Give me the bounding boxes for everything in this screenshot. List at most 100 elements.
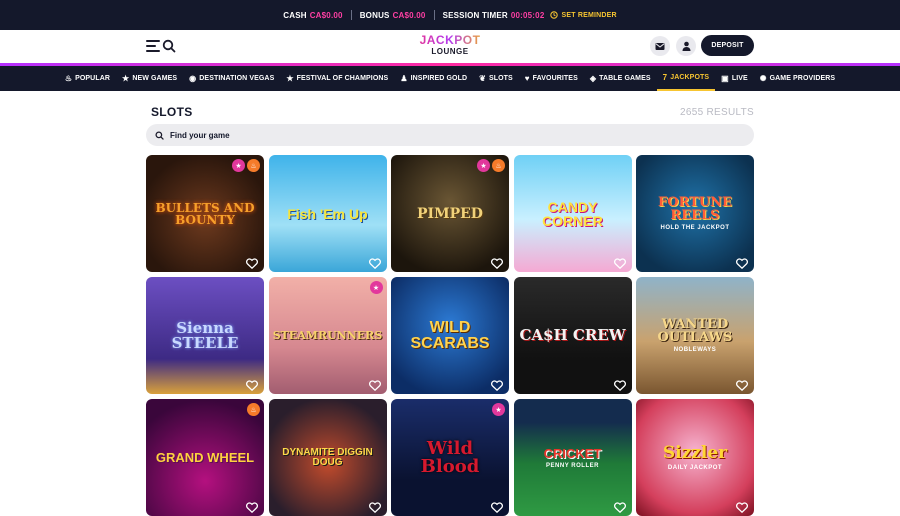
nav-item-label: DESTINATION VEGAS xyxy=(199,75,275,82)
game-title: Sienna STEELE xyxy=(146,320,264,351)
game-tile[interactable]: CA$H CREW xyxy=(513,277,632,394)
favourite-heart-icon[interactable] xyxy=(490,256,504,270)
nav-item-label: JACKPOTS xyxy=(670,74,710,81)
game-title-text: FORTUNE REELS xyxy=(658,195,732,223)
game-title: PIMPED xyxy=(413,207,487,221)
game-title: DYNAMITE DIGGIN DOUG xyxy=(269,447,387,468)
star-badge-icon: ★ xyxy=(369,281,383,294)
nav-item-label: GAME PROVIDERS xyxy=(769,75,836,82)
live-icon: ▣ xyxy=(721,73,729,83)
nav-item-destination-vegas[interactable]: ◉ DESTINATION VEGAS xyxy=(183,66,280,91)
game-tile[interactable]: Sienna STEELE xyxy=(146,277,264,394)
cash-balance: CASH CA$0.00 xyxy=(283,11,342,20)
game-title: STEAMRUNNERS xyxy=(269,330,387,341)
game-search-bar[interactable] xyxy=(146,124,754,146)
game-tile[interactable]: STEAMRUNNERS ★ xyxy=(268,277,387,394)
nav-item-inspired-gold[interactable]: ♟ INSPIRED GOLD xyxy=(394,66,473,91)
nav-item-label: POPULAR xyxy=(75,75,111,82)
game-tile[interactable]: CRICKET PENNY ROLLER xyxy=(513,399,632,516)
nav-item-label: INSPIRED GOLD xyxy=(410,75,468,82)
game-title-text: CANDY CORNER xyxy=(542,198,603,229)
nav-item-favourites[interactable]: ♥ FAVOURITES xyxy=(519,66,584,91)
favourite-heart-icon[interactable] xyxy=(735,378,749,392)
favourite-heart-icon[interactable] xyxy=(613,378,626,392)
game-badges: ♨ xyxy=(247,403,260,416)
session-timer: SESSION TIMER 00:05:02 xyxy=(443,11,545,20)
game-title-text: PIMPED xyxy=(417,205,483,222)
nav-item-label: LIVE xyxy=(731,75,748,82)
game-tile[interactable]: Sizzler DAILY JACKPOT xyxy=(636,399,754,516)
game-subtitle: DAILY JACKPOT xyxy=(667,464,723,471)
game-tile[interactable]: WILD SCARABS xyxy=(391,277,509,394)
game-title-text: Fish 'Em Up xyxy=(287,205,368,222)
favourite-heart-icon[interactable] xyxy=(368,378,381,392)
nav-item-label: TABLE GAMES xyxy=(599,75,651,82)
nav-item-jackpots[interactable]: 7 JACKPOTS xyxy=(656,66,716,91)
nav-item-label: FAVOURITES xyxy=(532,75,578,82)
game-title-text: WANTED OUTLAWS xyxy=(657,317,733,345)
game-tile[interactable]: DYNAMITE DIGGIN DOUG xyxy=(268,399,387,516)
game-tile[interactable]: Fish 'Em Up xyxy=(268,155,387,272)
person-icon: ♟ xyxy=(400,73,408,83)
gear-icon: ✺ xyxy=(759,73,767,83)
fire-badge-icon: ♨ xyxy=(247,159,260,172)
bonus-label: BONUS xyxy=(359,10,390,20)
nav-item-table-games[interactable]: ◈ TABLE GAMES xyxy=(584,66,657,91)
game-tile[interactable]: BULLETS AND BOUNTY ★ ♨ xyxy=(146,155,264,272)
nav-item-slots[interactable]: ❦ SLOTS xyxy=(473,66,519,91)
game-title-text: Wild Blood xyxy=(420,437,480,477)
star-icon: ★ xyxy=(286,73,294,83)
user-icon xyxy=(682,41,690,51)
pin-icon: ◉ xyxy=(189,73,197,83)
site-header: JACKPOT LOUNGE DEPOSIT xyxy=(0,30,900,63)
nav-item-popular[interactable]: ♨ POPULAR xyxy=(59,66,116,91)
star-badge-icon: ★ xyxy=(232,159,245,172)
game-title: Wild Blood xyxy=(391,437,509,477)
star-badge-icon: ★ xyxy=(492,403,505,416)
game-tile[interactable]: CANDY CORNER xyxy=(513,155,632,272)
seven-icon: 7 xyxy=(662,72,668,82)
favourite-heart-icon[interactable] xyxy=(368,256,381,270)
game-tile[interactable]: GRAND WHEEL ♨ xyxy=(146,399,264,516)
favourite-heart-icon[interactable] xyxy=(245,256,259,270)
favourite-heart-icon[interactable] xyxy=(245,378,259,392)
session-status-bar: CASH CA$0.00 BONUS CA$0.00 SESSION TIMER… xyxy=(0,0,900,30)
category-nav: ♨ POPULAR ★ NEW GAMES ◉ DESTINATION VEGAS ★ FES… xyxy=(0,66,900,91)
game-title-text: Sizzler xyxy=(662,442,728,463)
game-title-text: GRAND WHEEL xyxy=(155,450,255,465)
cash-label: CASH xyxy=(283,10,307,20)
game-subtitle: PENNY ROLLER xyxy=(546,462,599,469)
game-title-text: BULLETS AND BOUNTY xyxy=(155,200,255,227)
star-badge-icon: ★ xyxy=(477,159,490,172)
nav-item-label: NEW GAMES xyxy=(132,75,178,82)
account-button[interactable] xyxy=(676,36,696,56)
game-title: FORTUNE REELS HOLD THE JACKPOT xyxy=(636,196,754,231)
nav-item-new-games[interactable]: ★ NEW GAMES xyxy=(116,66,183,91)
search-icon xyxy=(162,39,176,53)
clock-icon xyxy=(550,11,559,19)
favourite-heart-icon[interactable] xyxy=(735,256,749,270)
nav-item-label: FESTIVAL OF CHAMPIONS xyxy=(296,75,389,82)
game-tile[interactable]: WANTED OUTLAWS NOBLEWAYS xyxy=(636,277,754,394)
game-badges: ★ ♨ xyxy=(477,159,505,172)
game-title: CA$H CREW xyxy=(515,328,629,343)
favourite-heart-icon[interactable] xyxy=(613,256,626,270)
game-tile[interactable]: FORTUNE REELS HOLD THE JACKPOT xyxy=(636,155,754,272)
game-badges: ★ xyxy=(369,281,383,294)
favourite-heart-icon[interactable] xyxy=(490,378,504,392)
nav-item-festival-of-champions[interactable]: ★ FESTIVAL OF CHAMPIONS xyxy=(280,66,394,91)
messages-button[interactable] xyxy=(650,36,670,56)
set-reminder-button[interactable]: SET REMINDER xyxy=(550,11,617,19)
search-button[interactable] xyxy=(162,39,176,53)
game-search-input[interactable] xyxy=(170,130,730,140)
jackpot-lounge-logo[interactable]: JACKPOT LOUNGE xyxy=(414,34,486,60)
menu-button[interactable] xyxy=(146,40,160,52)
game-tile[interactable]: PIMPED ★ ♨ xyxy=(391,155,509,272)
nav-item-live[interactable]: ▣ LIVE xyxy=(715,66,754,91)
nav-item-game-providers[interactable]: ✺ GAME PROVIDERS xyxy=(754,66,841,91)
game-subtitle: HOLD THE JACKPOT xyxy=(660,225,730,231)
game-tile[interactable]: Wild Blood ★ xyxy=(391,399,509,516)
fire-badge-icon: ♨ xyxy=(492,159,505,172)
deposit-button[interactable]: DEPOSIT xyxy=(701,35,754,56)
game-title: CANDY CORNER xyxy=(514,200,632,228)
